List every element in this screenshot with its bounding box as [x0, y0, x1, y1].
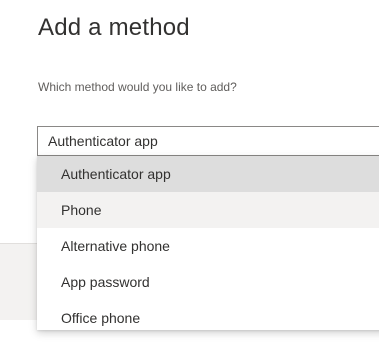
method-dropdown-list: Authenticator app Phone Alternative phon… [37, 156, 379, 330]
option-office-phone[interactable]: Office phone [37, 300, 379, 330]
method-select[interactable]: Authenticator app [37, 126, 379, 156]
dialog-title: Add a method [38, 14, 190, 41]
option-alternative-phone[interactable]: Alternative phone [37, 228, 379, 264]
method-select-value: Authenticator app [48, 133, 158, 149]
method-prompt-label: Which method would you like to add? [38, 80, 237, 94]
add-method-dialog: Add a method Which method would you like… [0, 0, 379, 347]
option-phone[interactable]: Phone [37, 192, 379, 228]
option-app-password[interactable]: App password [37, 264, 379, 300]
option-authenticator-app[interactable]: Authenticator app [37, 156, 379, 192]
